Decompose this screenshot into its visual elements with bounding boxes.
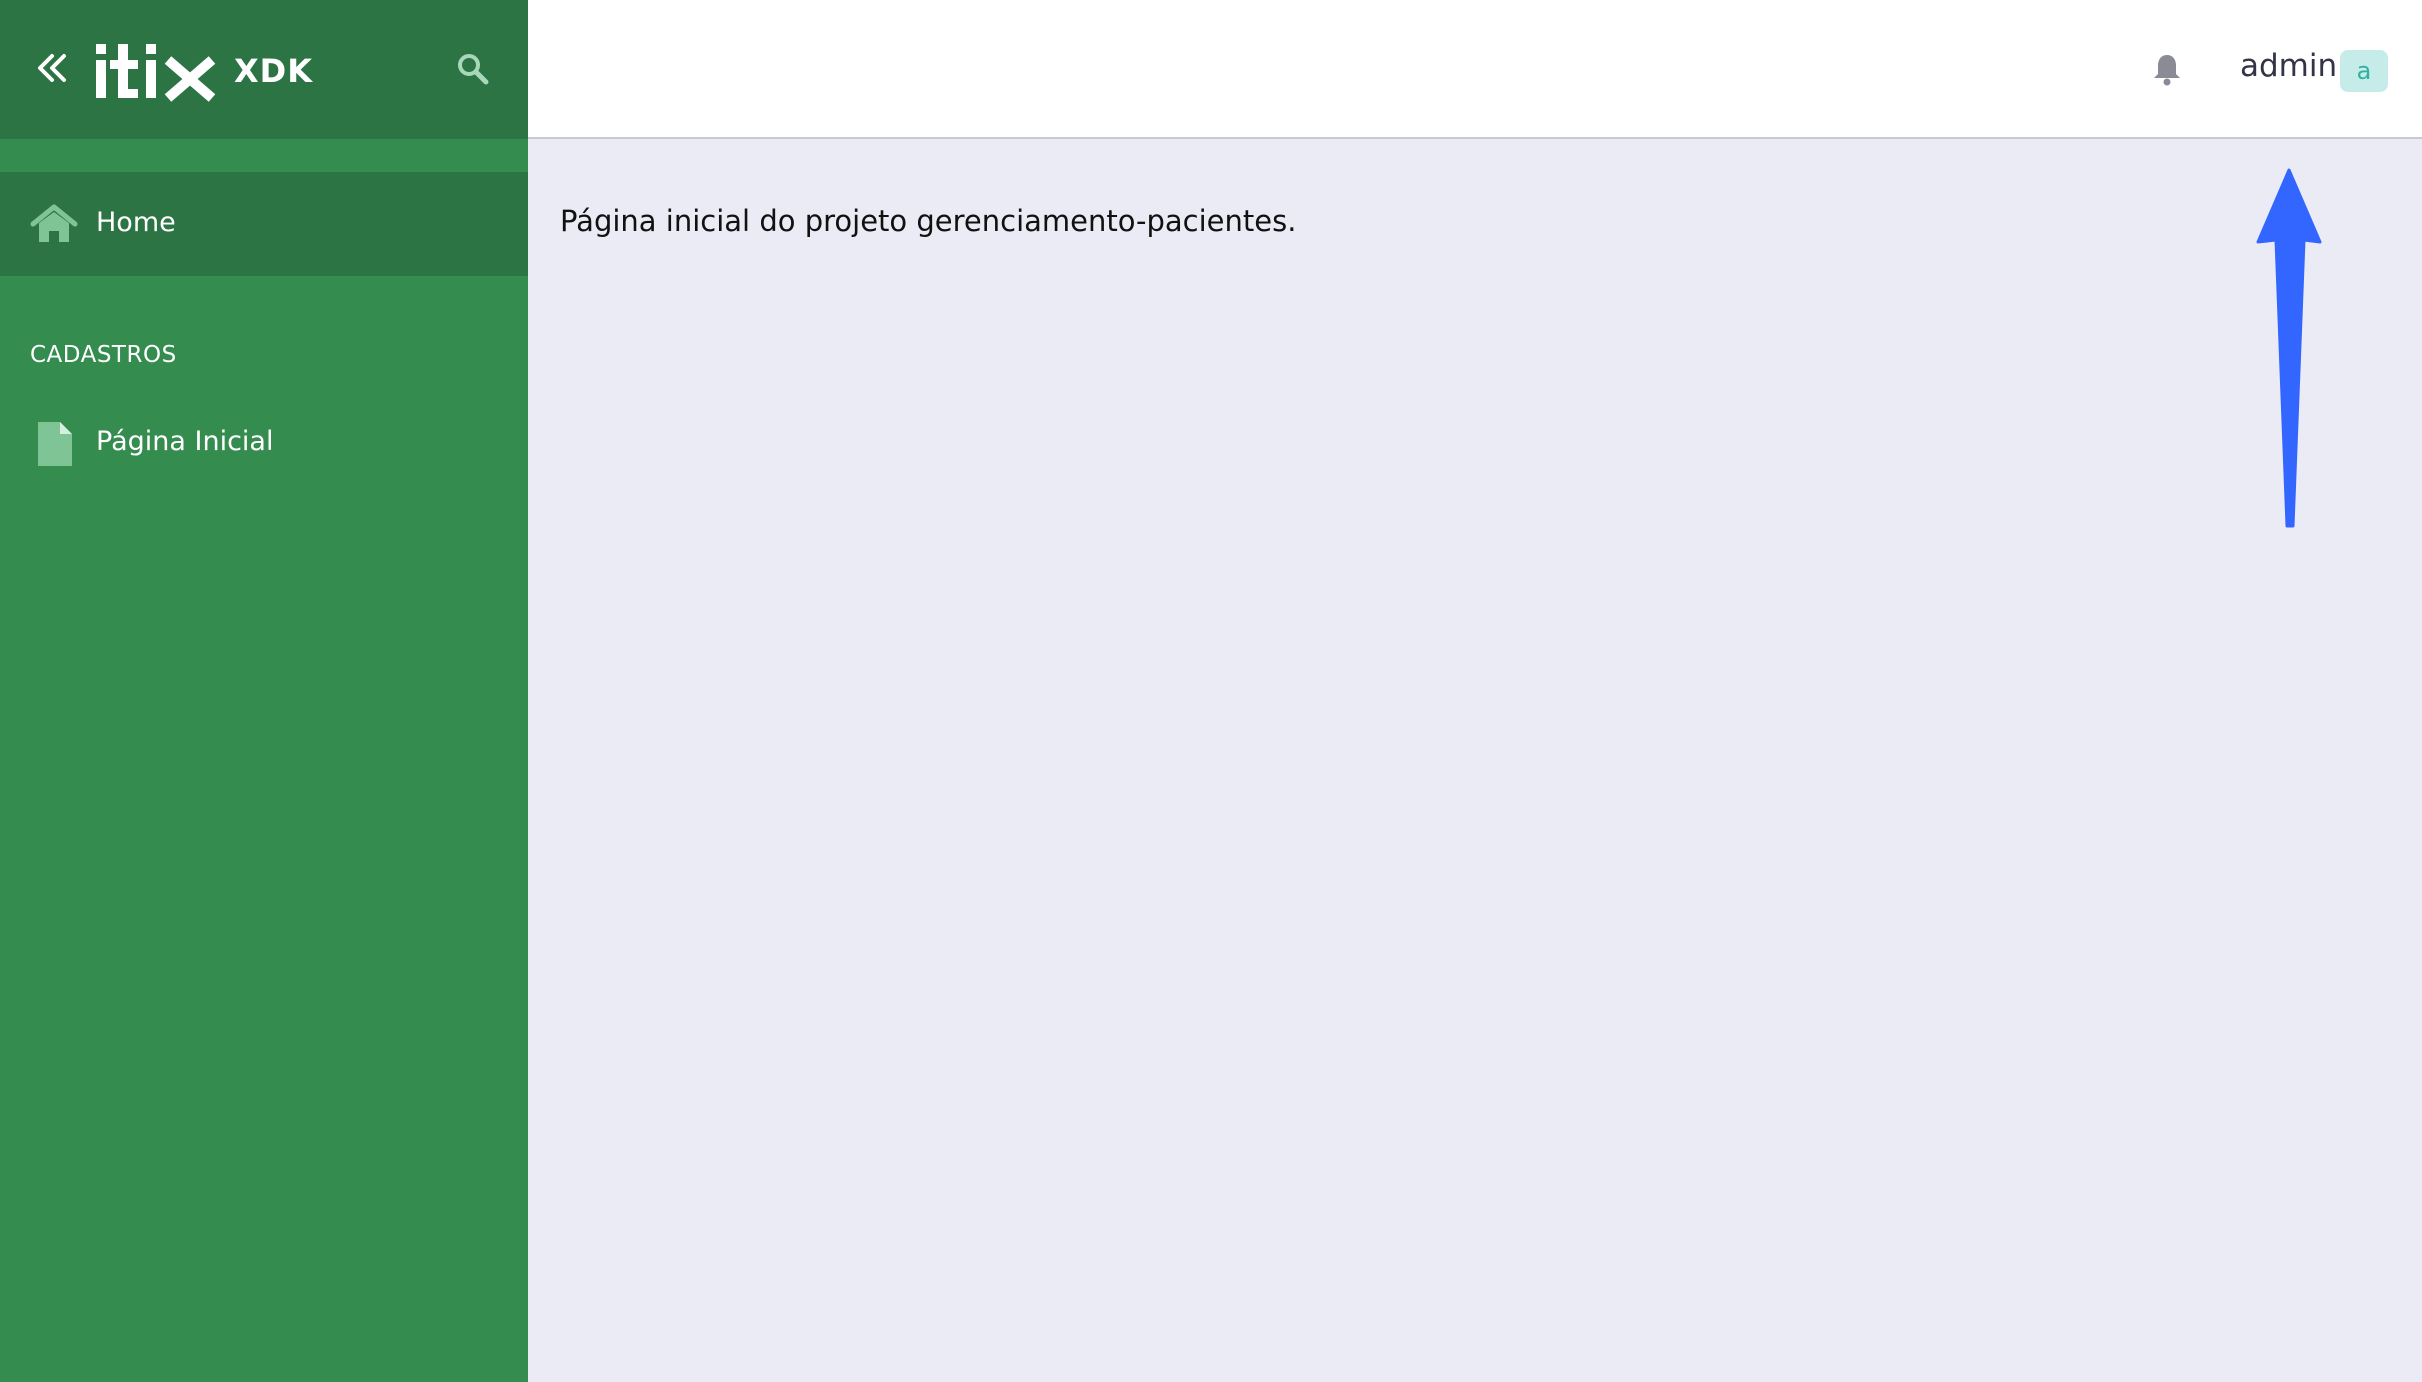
file-icon bbox=[38, 422, 72, 466]
bell-icon[interactable] bbox=[2152, 52, 2182, 86]
sidebar-item-home[interactable]: Home bbox=[0, 172, 528, 276]
sidebar-item-pagina-inicial[interactable]: Página Inicial bbox=[0, 404, 528, 484]
sidebar-header: XDK bbox=[0, 0, 528, 139]
sidebar: XDK Home CADASTROS Página Inicial bbox=[0, 0, 528, 1382]
brand-logo: XDK bbox=[96, 40, 313, 102]
page-description: Página inicial do projeto gerenciamento-… bbox=[560, 204, 1297, 238]
sidebar-section-title: CADASTROS bbox=[30, 342, 177, 368]
sidebar-item-label: Home bbox=[96, 207, 176, 238]
home-icon bbox=[30, 204, 78, 242]
avatar[interactable]: a bbox=[2340, 50, 2388, 92]
collapse-sidebar-icon[interactable] bbox=[34, 50, 68, 86]
annotation-arrow-icon bbox=[2256, 168, 2322, 528]
brand-suffix: XDK bbox=[234, 52, 314, 90]
top-bar: admin a bbox=[528, 0, 2422, 139]
user-name[interactable]: admin bbox=[2240, 48, 2337, 84]
itix-logo-icon bbox=[96, 44, 216, 102]
search-icon[interactable] bbox=[456, 52, 490, 86]
sidebar-item-label: Página Inicial bbox=[96, 426, 274, 457]
